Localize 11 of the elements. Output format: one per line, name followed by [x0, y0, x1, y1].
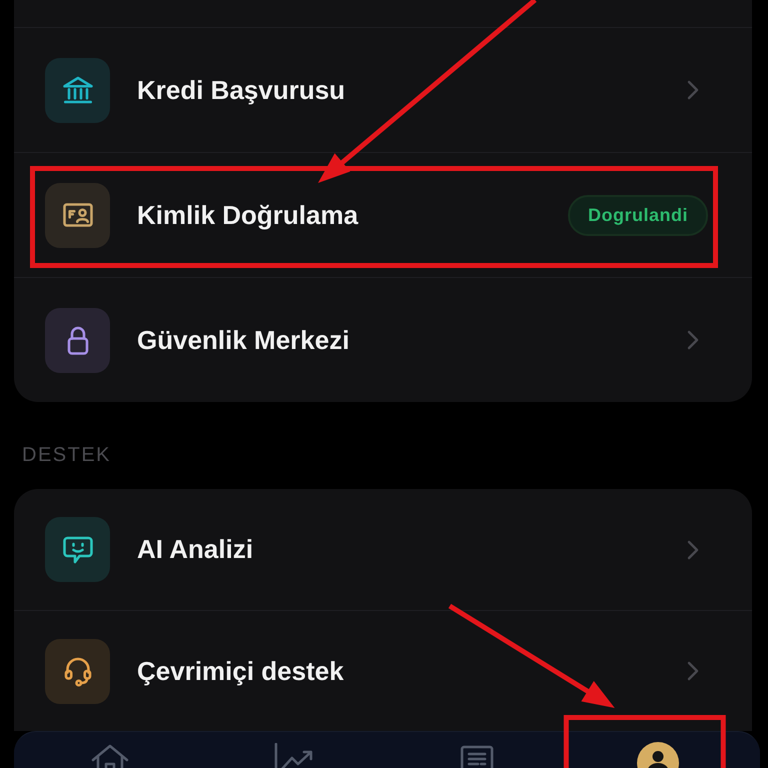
menu-item-label[interactable]: Güvenlik Merkezi: [137, 324, 686, 356]
menu-item-label[interactable]: Kimlik Doğrulama: [137, 200, 568, 230]
status-badge: Dogrulandi: [568, 194, 708, 236]
section-title: DESTEK: [22, 444, 112, 466]
menu-item-label[interactable]: Kredi Başvurusu: [137, 74, 686, 106]
menu-item-label[interactable]: Çevrimiçi destek: [137, 656, 686, 686]
chevron-right-icon: [686, 328, 700, 352]
document-icon: [459, 745, 496, 768]
chevron-right-icon: [686, 659, 700, 683]
chevron-right-icon: [686, 78, 700, 102]
menu-item-label[interactable]: AI Analizi: [137, 534, 686, 565]
